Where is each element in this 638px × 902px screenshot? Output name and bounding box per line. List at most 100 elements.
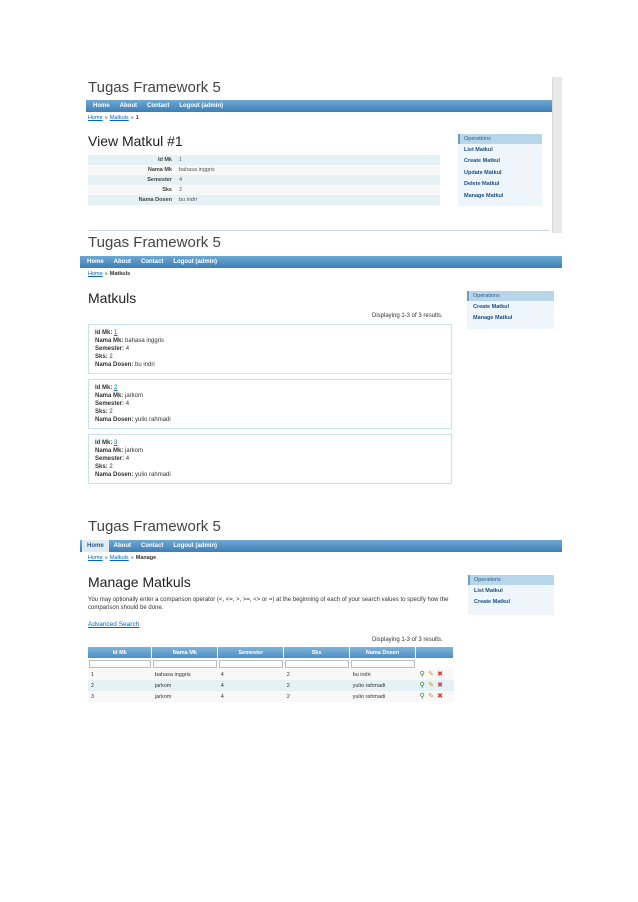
breadcrumb-home[interactable]: Home: [88, 271, 103, 277]
col-header-actions: [415, 647, 454, 658]
field-label: Sks:: [95, 464, 108, 470]
col-header-nama-mk[interactable]: Nama Mk: [151, 647, 219, 658]
op-create-matkul[interactable]: Create Matkul: [467, 301, 554, 313]
breadcrumb-matkuls[interactable]: Matkuls: [110, 555, 129, 561]
operations-heading: Operations: [458, 134, 542, 144]
operations-portlet: Operations List Matkul Create Matkul Upd…: [458, 134, 542, 206]
field-label: Semester:: [95, 456, 125, 462]
app-title: Tugas Framework 5: [88, 234, 221, 251]
filter-row: [88, 658, 454, 669]
cell-nama-mk: jarkom: [151, 680, 218, 691]
op-create-matkul[interactable]: Create Matkul: [468, 597, 554, 609]
cell-semester: 4: [217, 669, 284, 680]
breadcrumb-current: Matkuls: [109, 271, 131, 277]
menu-contact[interactable]: Contact: [136, 256, 168, 268]
delete-icon[interactable]: ✖: [437, 671, 444, 678]
op-list-matkul[interactable]: List Matkul: [458, 144, 542, 156]
view-icon[interactable]: ⚲: [419, 682, 426, 689]
id-link[interactable]: 1: [114, 330, 117, 336]
table-row: 1 bahasa inggris 4 2 bu indri ⚲ ✎ ✖: [88, 669, 454, 680]
delete-icon[interactable]: ✖: [437, 682, 444, 689]
detail-label: Id Mk: [157, 157, 172, 163]
field-label: Nama Dosen:: [95, 362, 134, 368]
field-value: 2: [109, 464, 113, 470]
filter-semester[interactable]: [218, 659, 283, 668]
breadcrumb-separator: »: [104, 115, 108, 121]
cell-actions: ⚲ ✎ ✖: [415, 669, 454, 680]
field-label: Id Mk:: [95, 440, 113, 446]
field-value: 4: [125, 346, 130, 352]
op-delete-matkul[interactable]: Delete Matkul: [458, 179, 542, 191]
field-value: 2: [109, 409, 113, 415]
filter-cell: [415, 658, 454, 669]
detail-label: Nama Dosen: [138, 197, 172, 203]
field-label: Sks:: [95, 409, 108, 415]
op-create-matkul[interactable]: Create Matkul: [458, 156, 542, 168]
field-label: Semester:: [95, 401, 125, 407]
filter-nama-dosen[interactable]: [350, 659, 415, 668]
col-header-nama-dosen[interactable]: Nama Dosen: [349, 647, 417, 658]
data-grid: Id Mk Nama Mk Semester Sks Nama Dosen 1 …: [88, 647, 454, 702]
main-menu: Home About Contact Logout (admin): [86, 100, 552, 112]
menu-home[interactable]: Home: [82, 540, 109, 552]
breadcrumb-separator: »: [104, 271, 108, 277]
op-update-matkul[interactable]: Update Matkul: [458, 167, 542, 179]
edit-icon[interactable]: ✎: [428, 682, 435, 689]
operations-heading: Operations: [467, 291, 554, 301]
cell-id-mk: 2: [88, 680, 152, 691]
delete-icon[interactable]: ✖: [437, 693, 444, 700]
col-header-id-mk[interactable]: Id Mk: [88, 647, 153, 658]
table-row: 3 jarkom 4 2 yulio rahmadi ⚲ ✎ ✖: [88, 691, 454, 702]
menu-home[interactable]: Home: [82, 256, 109, 268]
menu-logout[interactable]: Logout (admin): [174, 100, 228, 112]
app-title: Tugas Framework 5: [88, 79, 221, 96]
menu-logout[interactable]: Logout (admin): [168, 256, 222, 268]
breadcrumb-separator: »: [104, 555, 108, 561]
filter-cell: [283, 658, 350, 669]
detail-row: Nama Mk bahasa inggris: [88, 165, 440, 175]
op-list-matkul[interactable]: List Matkul: [468, 585, 554, 597]
search-hint: You may optionally enter a comparison op…: [88, 597, 449, 611]
field-label: Nama Mk:: [95, 338, 124, 344]
cell-nama-mk: bahasa inggris: [151, 669, 218, 680]
results-summary: Displaying 1-3 of 3 results.: [372, 637, 443, 643]
cell-nama-dosen: bu indri: [349, 669, 416, 680]
edit-icon[interactable]: ✎: [428, 671, 435, 678]
menu-about[interactable]: About: [109, 256, 136, 268]
menu-home[interactable]: Home: [88, 100, 115, 112]
field-value: 4: [125, 456, 130, 462]
filter-cell: [217, 658, 284, 669]
menu-contact[interactable]: Contact: [142, 100, 174, 112]
breadcrumb-current: 1: [135, 115, 139, 121]
id-link[interactable]: 2: [114, 385, 117, 391]
breadcrumb-home[interactable]: Home: [88, 555, 103, 561]
detail-value: bu indri: [179, 197, 198, 203]
page-title: Manage Matkuls: [88, 574, 191, 590]
breadcrumb-home[interactable]: Home: [88, 115, 103, 121]
id-link[interactable]: 3: [114, 440, 117, 446]
edit-icon[interactable]: ✎: [428, 693, 435, 700]
scrollbar[interactable]: [552, 77, 562, 233]
breadcrumb: Home» Matkuls» 1: [88, 115, 139, 121]
breadcrumb-matkuls[interactable]: Matkuls: [110, 115, 129, 121]
filter-id-mk[interactable]: [89, 659, 151, 668]
menu-contact[interactable]: Contact: [136, 540, 168, 552]
main-menu: Home About Contact Logout (admin): [80, 540, 562, 552]
field-label: Nama Dosen:: [95, 417, 134, 423]
view-icon[interactable]: ⚲: [419, 693, 426, 700]
op-manage-matkul[interactable]: Manage Matkul: [458, 190, 542, 202]
field-value: 2: [109, 354, 113, 360]
op-manage-matkul[interactable]: Manage Matkul: [467, 313, 554, 325]
filter-nama-mk[interactable]: [152, 659, 217, 668]
view-icon[interactable]: ⚲: [419, 671, 426, 678]
menu-logout[interactable]: Logout (admin): [168, 540, 222, 552]
app-title: Tugas Framework 5: [88, 518, 221, 535]
results-summary: Displaying 1-3 of 3 results.: [372, 313, 443, 319]
advanced-search-link[interactable]: Advanced Search: [88, 621, 139, 628]
col-header-semester[interactable]: Semester: [217, 647, 285, 658]
menu-about[interactable]: About: [109, 540, 136, 552]
breadcrumb-separator: »: [130, 555, 134, 561]
col-header-sks[interactable]: Sks: [283, 647, 351, 658]
filter-sks[interactable]: [284, 659, 349, 668]
menu-about[interactable]: About: [115, 100, 142, 112]
